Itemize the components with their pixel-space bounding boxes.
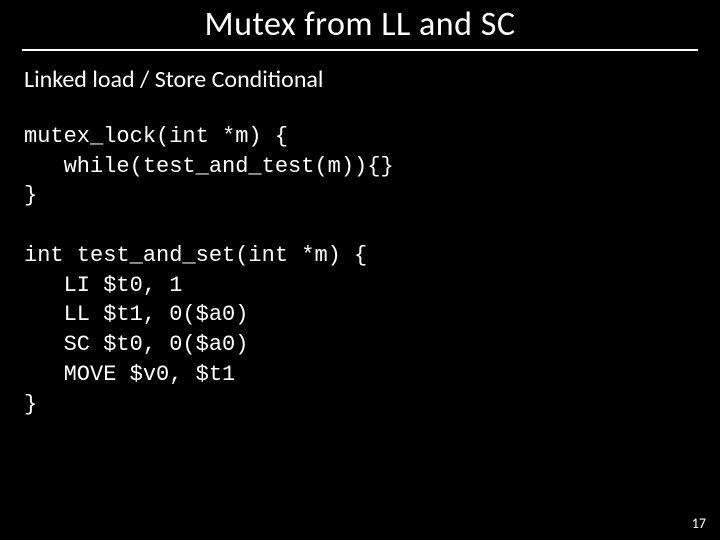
code-block-mutex-lock: mutex_lock(int *m) { while(test_and_test… [24, 122, 696, 211]
page-number: 17 [692, 515, 706, 532]
slide-title: Mutex from LL and SC [199, 4, 522, 49]
subheading: Linked load / Store Conditional [24, 65, 696, 94]
title-area: Mutex from LL and SC [0, 0, 720, 49]
code-block-test-and-set: int test_and_set(int *m) { LI $t0, 1 LL … [24, 241, 696, 419]
slide-body: Linked load / Store Conditional mutex_lo… [0, 51, 720, 419]
slide: Mutex from LL and SC Linked load / Store… [0, 0, 720, 540]
